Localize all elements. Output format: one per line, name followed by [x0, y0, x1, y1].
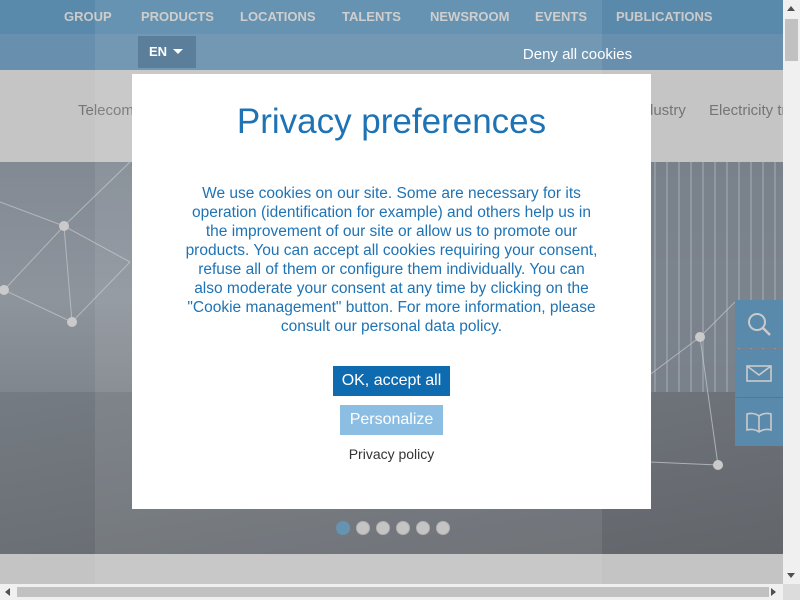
arrow-right-icon[interactable] — [771, 588, 776, 596]
chevron-down-icon — [173, 49, 183, 54]
deny-all-cookies-button[interactable]: Deny all cookies — [510, 38, 645, 72]
dialog-title: Privacy preferences — [236, 102, 547, 141]
privacy-preferences-dialog: Privacy preferences We use cookies on ou… — [132, 74, 651, 509]
horizontal-scrollbar[interactable] — [0, 584, 783, 600]
language-label: EN — [149, 44, 168, 59]
arrow-down-icon — [787, 573, 795, 578]
privacy-policy-link[interactable]: Privacy policy — [132, 446, 651, 462]
personalize-button[interactable]: Personalize — [340, 405, 443, 435]
horizontal-scroll-thumb[interactable] — [17, 587, 769, 597]
vertical-scrollbar[interactable] — [783, 0, 800, 584]
scroll-down-button[interactable] — [783, 567, 800, 584]
accept-all-button[interactable]: OK, accept all — [333, 366, 450, 396]
dialog-body-text: We use cookies on our site. Some are nec… — [185, 185, 598, 335]
arrow-left-icon[interactable] — [5, 588, 10, 596]
vertical-scroll-thumb[interactable] — [785, 19, 798, 61]
language-selector[interactable]: EN — [138, 36, 196, 68]
scroll-up-button[interactable] — [783, 0, 800, 17]
scrollbar-corner — [783, 584, 800, 600]
arrow-up-icon — [787, 6, 795, 11]
